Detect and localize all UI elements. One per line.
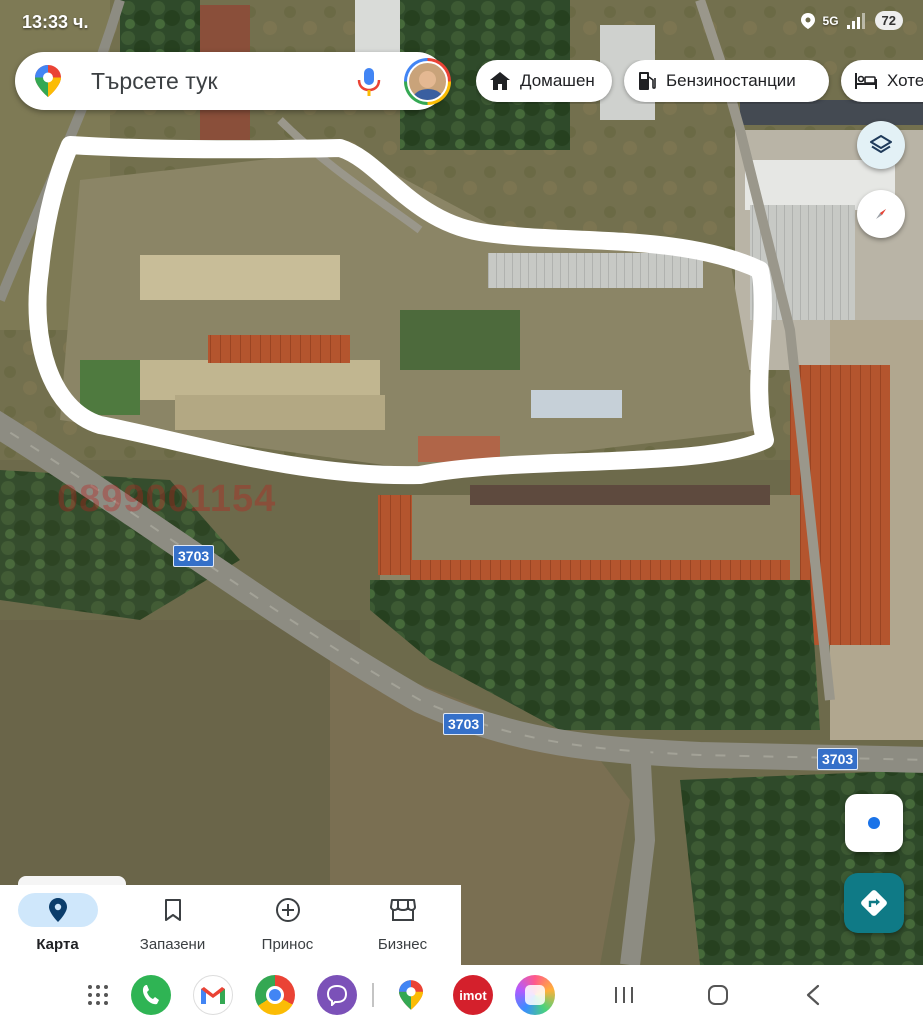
- home-icon: [490, 72, 510, 90]
- chrome-icon[interactable]: [255, 975, 295, 1015]
- my-location-icon: [863, 812, 885, 834]
- my-location-button[interactable]: [845, 794, 903, 852]
- phone-icon[interactable]: [131, 975, 171, 1015]
- status-time: 13:33 ч.: [22, 12, 89, 32]
- profile-avatar[interactable]: [404, 58, 451, 105]
- chip-label: Хоте: [887, 71, 923, 90]
- compass-icon: [876, 209, 886, 219]
- status-bar: 13:33 ч. 5G 72: [0, 0, 923, 46]
- gallery-icon[interactable]: [515, 975, 555, 1015]
- nav-label: Запазени: [139, 936, 206, 953]
- road-label: 3703: [173, 545, 215, 567]
- search-bar[interactable]: Търсете тук: [15, 52, 451, 110]
- add-circle-icon: [275, 898, 300, 922]
- bookmark-icon: [164, 899, 181, 921]
- home-button-icon[interactable]: [707, 984, 729, 1006]
- nav-explore[interactable]: Карта: [0, 885, 115, 965]
- nav-label: Принос: [261, 936, 314, 953]
- satellite-map[interactable]: 0899001154 3703 3703 3703: [0, 0, 923, 1024]
- storefront-icon: [389, 899, 416, 921]
- nav-icon-container: [248, 893, 328, 927]
- chip-label: Бензиностанции: [666, 71, 796, 90]
- phone-watermark: 0899001154: [57, 478, 277, 520]
- gmail-icon[interactable]: [193, 975, 233, 1015]
- dock-divider: [372, 983, 374, 1007]
- layers-icon: [870, 135, 892, 153]
- road-label: 3703: [817, 748, 859, 770]
- category-chips: Домашен Бензиностанции Хоте: [476, 60, 923, 104]
- directions-button[interactable]: [844, 873, 904, 933]
- nav-icon-container: [133, 893, 213, 927]
- chip-hotels[interactable]: Хоте: [841, 60, 923, 102]
- chip-home[interactable]: Домашен: [476, 60, 612, 102]
- imot-icon[interactable]: imot: [453, 975, 493, 1015]
- gas-station-icon: [639, 72, 656, 90]
- app-drawer-icon[interactable]: [78, 975, 118, 1015]
- layers-button[interactable]: [857, 121, 905, 169]
- nav-label: Бизнес: [377, 936, 428, 953]
- hotel-icon: [855, 73, 877, 89]
- signal-icon: [846, 12, 865, 29]
- bottom-navigation: Карта Запазени Принос Бизнес: [0, 885, 461, 965]
- microphone-icon[interactable]: [356, 68, 382, 96]
- nav-contribute[interactable]: Принос: [230, 885, 345, 965]
- back-icon[interactable]: [805, 984, 821, 1006]
- road-label: 3703: [443, 713, 485, 735]
- location-icon: [800, 12, 815, 29]
- status-icons: 5G 72: [800, 11, 903, 30]
- chip-label: Домашен: [520, 71, 595, 90]
- compass-button[interactable]: [857, 190, 905, 238]
- imot-label: imot: [459, 987, 487, 1003]
- nav-saved[interactable]: Запазени: [115, 885, 230, 965]
- nav-business[interactable]: Бизнес: [345, 885, 460, 965]
- maps-icon[interactable]: [391, 975, 431, 1015]
- directions-icon: [861, 890, 887, 916]
- nav-icon-container: [363, 893, 443, 927]
- google-maps-pin-icon: [35, 65, 61, 97]
- nav-icon-container: [17, 893, 98, 927]
- viber-icon[interactable]: [317, 975, 357, 1015]
- battery-level: 72: [874, 11, 903, 30]
- chip-gas-stations[interactable]: Бензиностанции: [624, 60, 829, 102]
- system-navigation-bar: imot: [0, 965, 923, 1024]
- network-type: 5G: [822, 13, 839, 28]
- nav-label: Карта: [36, 936, 79, 953]
- recents-icon[interactable]: [613, 986, 635, 1004]
- explore-pin-icon: [48, 898, 67, 922]
- search-input[interactable]: Търсете тук: [91, 68, 218, 95]
